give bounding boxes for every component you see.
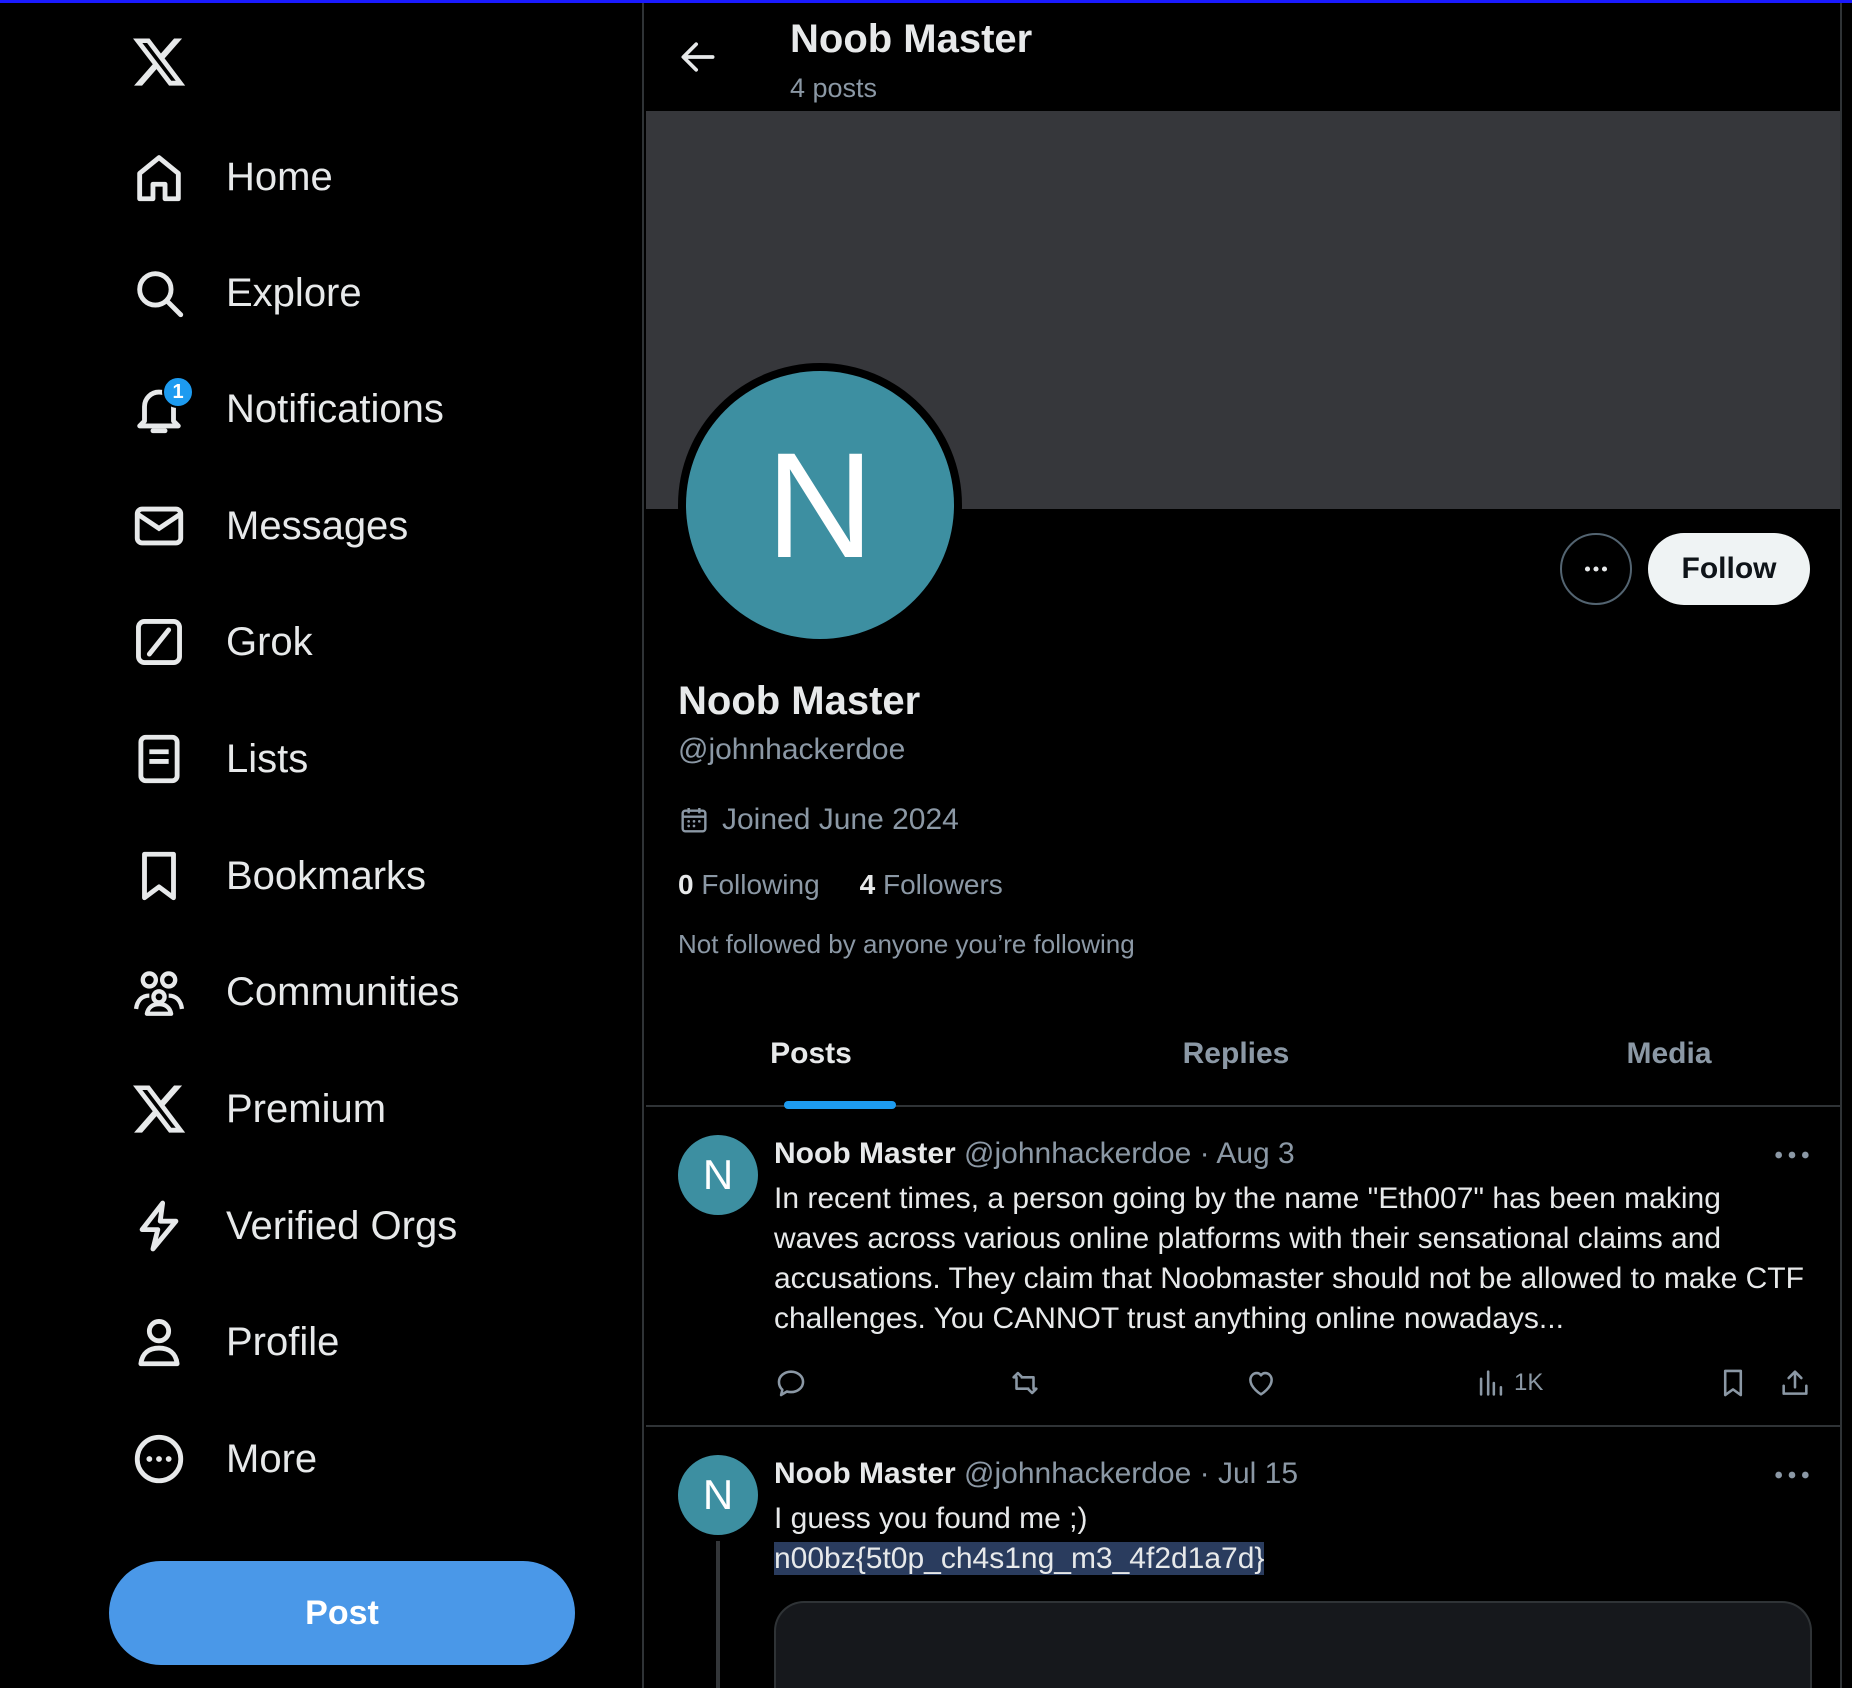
tweet-more-icon[interactable] xyxy=(1772,1463,1812,1493)
sidebar-item-label: Home xyxy=(226,154,333,199)
followers-label: Followers xyxy=(883,869,1003,900)
sidebar-item-label: Bookmarks xyxy=(226,853,427,898)
following-label: Following xyxy=(701,869,820,900)
sidebar-item-premium[interactable]: Premium xyxy=(130,1069,386,1149)
sidebar-item-label: Profile xyxy=(226,1319,340,1364)
sidebar-item-explore[interactable]: Explore xyxy=(130,253,362,333)
avatar-letter: N xyxy=(686,371,954,639)
calendar-icon xyxy=(678,804,710,836)
lightning-icon xyxy=(130,1197,188,1255)
followers-count: 4 xyxy=(859,869,876,900)
tweet-header: Noob Master @johnhackerdoe · Aug 3 xyxy=(774,1137,1295,1171)
profile-header: Noob Master 4 posts xyxy=(646,3,1840,111)
active-tab-indicator xyxy=(784,1101,896,1109)
grok-icon xyxy=(130,613,188,671)
bell-icon: 1 xyxy=(130,376,194,438)
sidebar-item-grok[interactable]: Grok xyxy=(130,602,313,682)
x-logo-icon xyxy=(130,1080,188,1138)
selected-flag-text: n00bz{5t0p_ch4s1ng_m3_4f2d1a7d} xyxy=(774,1542,1265,1575)
tweet-text: I guess you found me ;) n00bz{5t0p_ch4s1… xyxy=(774,1499,1814,1579)
like-icon[interactable] xyxy=(1244,1361,1278,1405)
tab-posts[interactable]: Posts xyxy=(646,1003,976,1105)
joined-date: Joined June 2024 xyxy=(678,803,959,837)
profile-handle: @johnhackerdoe xyxy=(678,733,906,766)
tweet-text-line: I guess you found me ;) xyxy=(774,1502,1088,1535)
following-link[interactable]: 0 Following xyxy=(678,869,820,901)
search-icon xyxy=(130,264,188,322)
back-arrow-icon[interactable] xyxy=(676,35,720,79)
more-options-button[interactable] xyxy=(1560,533,1632,605)
profile-avatar[interactable]: N xyxy=(678,363,962,647)
sidebar-item-label: Communities xyxy=(226,969,460,1014)
bookmark-icon xyxy=(130,847,188,905)
sidebar-item-notifications[interactable]: 1 Notifications xyxy=(130,369,444,449)
tweet-more-icon[interactable] xyxy=(1772,1143,1812,1173)
tweet-actions: 1K xyxy=(774,1361,1814,1405)
tweet-date[interactable]: Aug 3 xyxy=(1216,1137,1294,1170)
views-icon xyxy=(1479,1370,1503,1396)
tweet-header: Noob Master @johnhackerdoe · Jul 15 xyxy=(774,1457,1298,1491)
tweet[interactable]: N Noob Master @johnhackerdoe · Jul 15 I … xyxy=(646,1429,1840,1688)
sidebar-item-label: Explore xyxy=(226,270,362,315)
sidebar-item-bookmarks[interactable]: Bookmarks xyxy=(130,836,426,916)
reply-icon[interactable] xyxy=(774,1361,808,1405)
repost-icon[interactable] xyxy=(1008,1361,1042,1405)
share-icon[interactable] xyxy=(1778,1361,1812,1405)
thread-line xyxy=(716,1541,720,1688)
tweet-author-handle[interactable]: @johnhackerdoe xyxy=(964,1457,1191,1490)
tweet-date[interactable]: Jul 15 xyxy=(1218,1457,1298,1490)
sidebar-item-more[interactable]: More xyxy=(130,1419,317,1499)
tweet-text: In recent times, a person going by the n… xyxy=(774,1182,1804,1335)
sidebar-item-label: Grok xyxy=(226,619,313,664)
tab-replies[interactable]: Replies xyxy=(976,1003,1496,1105)
sidebar-item-messages[interactable]: Messages xyxy=(130,486,408,566)
joined-text: Joined June 2024 xyxy=(722,803,959,836)
notification-badge: 1 xyxy=(162,376,194,408)
tweet-avatar[interactable]: N xyxy=(678,1135,758,1215)
sidebar-item-lists[interactable]: Lists xyxy=(130,719,308,799)
sidebar-item-communities[interactable]: Communities xyxy=(130,952,459,1032)
separator-dot: · xyxy=(1199,1137,1210,1170)
sidebar-item-label: Notifications xyxy=(226,386,444,431)
tweet-author-name[interactable]: Noob Master xyxy=(774,1137,956,1170)
more-horizontal-icon xyxy=(1584,566,1608,572)
list-icon xyxy=(130,730,188,788)
sidebar-item-profile[interactable]: Profile xyxy=(130,1302,339,1382)
not-followed-note: Not followed by anyone you’re following xyxy=(678,929,1135,959)
sidebar-item-label: Messages xyxy=(226,503,409,548)
follow-button[interactable]: Follow xyxy=(1648,533,1810,605)
tweet-author-name[interactable]: Noob Master xyxy=(774,1457,956,1490)
post-button[interactable]: Post xyxy=(109,1561,575,1665)
more-circle-icon xyxy=(130,1430,188,1488)
envelope-icon xyxy=(130,497,188,555)
person-icon xyxy=(130,1313,188,1371)
followers-link[interactable]: 4 Followers xyxy=(860,869,1003,901)
sidebar-item-verified-orgs[interactable]: Verified Orgs xyxy=(130,1186,457,1266)
header-title: Noob Master xyxy=(790,17,1033,61)
views-count: 1K xyxy=(1514,1369,1544,1396)
home-icon xyxy=(130,148,188,206)
header-post-count: 4 posts xyxy=(790,73,878,103)
sidebar: Home Explore 1 Notifications Messages Gr… xyxy=(0,3,644,1688)
bookmark-icon[interactable] xyxy=(1716,1361,1750,1405)
sidebar-item-label: Verified Orgs xyxy=(226,1203,458,1248)
follow-stats: 0 Following 4 Followers xyxy=(678,869,1043,901)
views-button[interactable]: 1K xyxy=(1474,1361,1543,1405)
sidebar-item-label: Premium xyxy=(226,1086,387,1131)
sidebar-item-label: Lists xyxy=(226,736,309,781)
separator-dot: · xyxy=(1199,1457,1210,1490)
x-logo-icon[interactable] xyxy=(130,33,188,91)
tab-media[interactable]: Media xyxy=(1496,1003,1840,1105)
tweet-avatar[interactable]: N xyxy=(678,1455,758,1535)
tweet[interactable]: N Noob Master @johnhackerdoe · Aug 3 In … xyxy=(646,1109,1840,1427)
profile-name: Noob Master xyxy=(678,679,921,723)
profile-tabs: Posts Replies Media xyxy=(646,1003,1840,1107)
profile-column: Noob Master 4 posts N Follow Noob Master… xyxy=(646,3,1842,1688)
following-count: 0 xyxy=(678,869,694,900)
tweet-author-handle[interactable]: @johnhackerdoe xyxy=(964,1137,1191,1170)
tweet-media-card[interactable] xyxy=(774,1601,1812,1688)
people-icon xyxy=(130,963,188,1021)
sidebar-item-home[interactable]: Home xyxy=(130,137,333,217)
sidebar-item-label: More xyxy=(226,1436,318,1481)
